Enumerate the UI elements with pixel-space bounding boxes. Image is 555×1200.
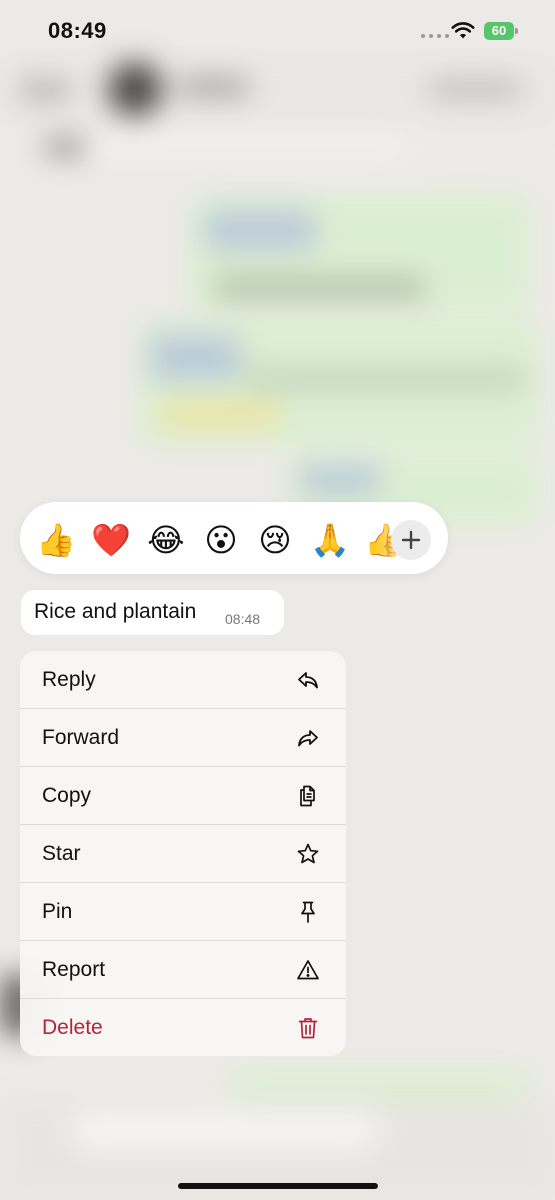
menu-label: Copy: [42, 784, 92, 807]
surprised-emoji[interactable]: 😮: [201, 520, 241, 560]
selected-message-bubble[interactable]: Rice and plantain 08:48: [21, 590, 284, 635]
menu-label: Report: [42, 958, 106, 981]
battery-cap: [515, 28, 518, 34]
tears-of-joy-emoji[interactable]: 😂: [146, 520, 186, 560]
status-time: 08:49: [48, 18, 107, 43]
menu-label: Delete: [42, 1016, 103, 1039]
bg-pinned-strip: [40, 135, 410, 157]
bg-call-icons: [430, 80, 520, 98]
status-bar: 08:49 60: [0, 0, 555, 55]
wifi-icon: [451, 22, 475, 39]
bg-message-text: [245, 372, 525, 386]
bg-highlight: [160, 402, 280, 428]
menu-item-copy[interactable]: Copy: [20, 767, 346, 825]
forward-icon: [298, 730, 318, 747]
add-reaction-button[interactable]: [391, 520, 431, 560]
bg-back-control: [20, 80, 70, 100]
plus-icon: [401, 530, 421, 550]
menu-label: Pin: [42, 900, 73, 923]
menu-item-report[interactable]: Report: [20, 941, 346, 999]
bg-contact-name: [178, 78, 248, 96]
report-icon: [297, 960, 319, 980]
menu-item-forward[interactable]: Forward: [20, 709, 346, 767]
battery-indicator: 60: [484, 22, 518, 40]
trash-icon: [298, 1018, 318, 1039]
bg-quoted-reply: [150, 335, 240, 380]
menu-label: Star: [42, 842, 81, 865]
menu-item-reply[interactable]: Reply: [20, 651, 346, 709]
star-icon: [297, 843, 319, 864]
bg-quoted-reply: [300, 465, 380, 495]
bg-quoted-reply: [205, 210, 315, 250]
bg-avatar: [108, 62, 162, 116]
battery-level: 60: [484, 22, 514, 40]
pin-icon: [301, 901, 315, 923]
menu-item-star[interactable]: Star: [20, 825, 346, 883]
menu-item-delete[interactable]: Delete: [20, 999, 346, 1056]
menu-label: Forward: [42, 726, 120, 749]
reaction-picker: 👍 ❤️ 😂 😮 😢 🙏 👍: [20, 502, 448, 574]
bg-pinned-icon: [45, 138, 85, 156]
menu-label: Reply: [42, 668, 96, 691]
bg-message-bubble: [230, 1070, 530, 1100]
bg-message-text: [215, 278, 425, 298]
reply-icon: [298, 672, 318, 689]
message-text: Rice and plantain: [34, 600, 197, 623]
message-context-menu: Reply Forward Copy Star Pin Report Delet…: [20, 651, 346, 1056]
cellular-signal-icon: [421, 34, 449, 38]
folded-hands-emoji[interactable]: 🙏: [310, 520, 350, 560]
copy-icon: [300, 785, 315, 807]
bg-message-input: [70, 1112, 380, 1150]
crying-emoji[interactable]: 😢: [255, 520, 295, 560]
menu-item-pin[interactable]: Pin: [20, 883, 346, 941]
home-indicator[interactable]: [178, 1183, 378, 1189]
red-heart-emoji[interactable]: ❤️: [91, 520, 131, 560]
thumbs-up-emoji[interactable]: 👍: [36, 520, 76, 560]
message-timestamp: 08:48: [225, 611, 261, 627]
